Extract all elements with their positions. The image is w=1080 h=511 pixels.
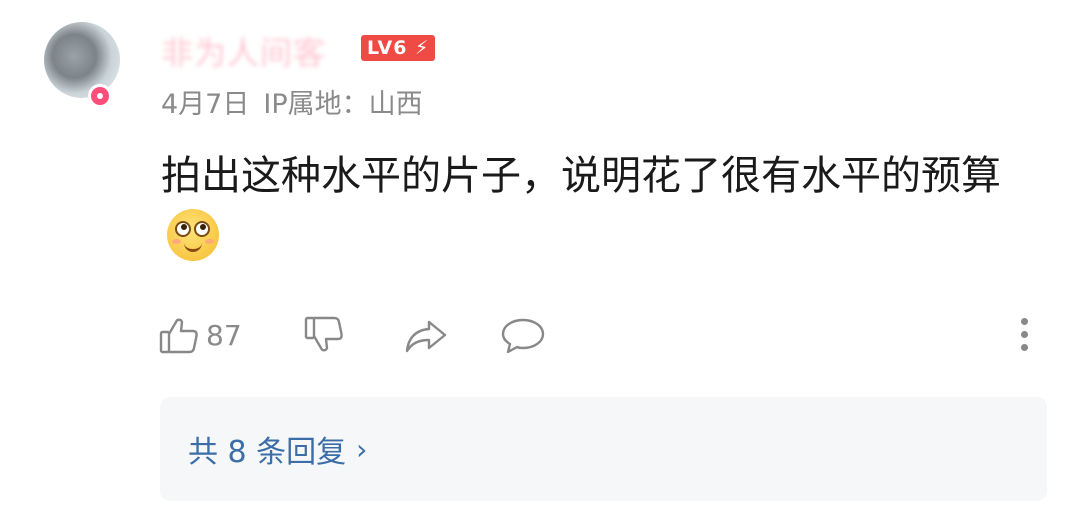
- replies-label: 共 8 条回复: [188, 435, 347, 470]
- like-button[interactable]: 87: [158, 312, 242, 358]
- chevron-right-icon: ›: [356, 432, 368, 466]
- thumbs-down-icon: [304, 316, 343, 352]
- like-count: 87: [206, 318, 242, 352]
- ip-location: IP属地：山西: [263, 89, 423, 120]
- share-button[interactable]: [403, 312, 449, 358]
- comment-actions: 87: [158, 312, 1048, 358]
- username[interactable]: 非为人间客: [161, 28, 326, 74]
- reply-button[interactable]: [500, 312, 546, 358]
- comment-meta: 4月7日 IP属地：山西: [161, 82, 423, 121]
- comment-body: 拍出这种水平的片子，说明花了很有水平的预算: [161, 153, 1001, 199]
- lightning-icon: ⚡: [407, 37, 430, 59]
- avatar[interactable]: [44, 22, 120, 98]
- share-icon: [405, 320, 447, 353]
- thumbs-up-icon: [159, 318, 198, 354]
- level-badge: LV6 ⚡: [361, 35, 436, 61]
- view-replies-button[interactable]: 共 8 条回复 ›: [160, 397, 1047, 501]
- avatar-badge-icon: [88, 84, 112, 108]
- comment-text: 拍出这种水平的片子，说明花了很有水平的预算: [161, 145, 1021, 269]
- rolling-eyes-emoji-icon: [167, 209, 219, 261]
- dislike-button[interactable]: [303, 312, 345, 358]
- comment-bubble-icon: [501, 318, 545, 354]
- level-label: LV6: [367, 37, 408, 59]
- comment-date: 4月7日: [161, 89, 250, 120]
- more-options-icon[interactable]: [1014, 318, 1034, 354]
